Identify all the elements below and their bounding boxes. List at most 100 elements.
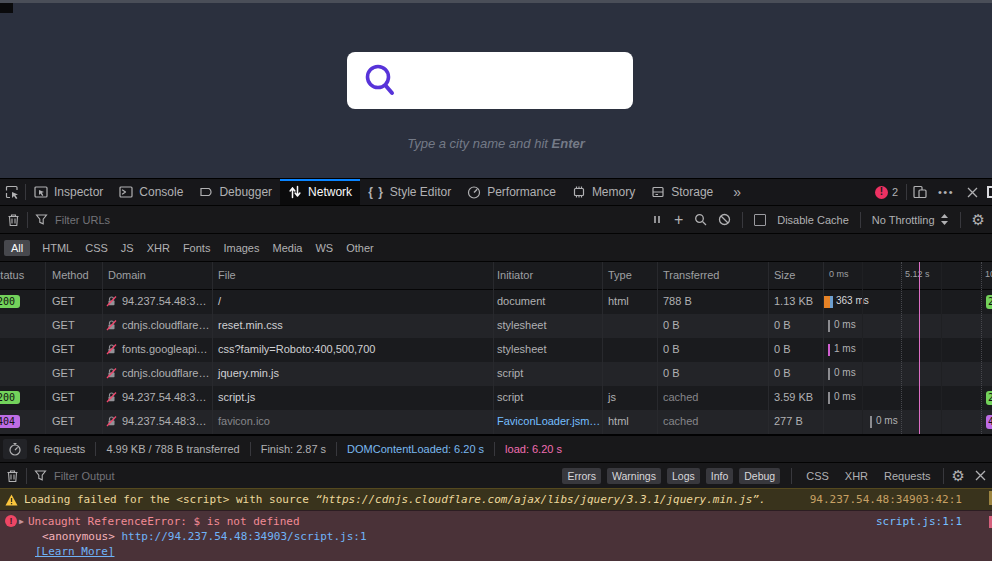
table-header[interactable]: Status Method Domain File Initiator Type… <box>0 262 992 290</box>
city-search-input[interactable] <box>347 52 633 109</box>
search-hint: Type a city name and hit Enter <box>0 136 992 151</box>
request-count: 6 requests <box>34 443 85 455</box>
error-count-badge[interactable]: ! 2 <box>875 186 898 199</box>
storage-icon <box>651 185 665 199</box>
load-time: load: 6.20 s <box>505 443 562 455</box>
cutoff-status-fragment: 2 <box>986 391 992 405</box>
network-icon <box>288 185 302 199</box>
waterfall-tick <box>828 368 830 380</box>
devtools-tabbar: Inspector Console Debugger Network { } S… <box>0 179 992 206</box>
tab-network[interactable]: Network <box>280 179 360 205</box>
insecure-lock-icon <box>106 343 117 355</box>
insecure-lock-icon <box>106 295 117 307</box>
clear-requests-icon[interactable] <box>7 213 20 227</box>
performance-analysis-icon[interactable] <box>3 439 27 459</box>
tab-style-editor[interactable]: { } Style Editor <box>360 179 459 205</box>
window-top-strip <box>0 0 992 3</box>
requests-filter-link[interactable]: Requests <box>884 470 930 482</box>
request-row[interactable]: GET fonts.googleapi… css?family=Roboto:4… <box>0 338 992 362</box>
tab-debugger[interactable]: Debugger <box>191 179 280 205</box>
console-filter-funnel-icon <box>34 469 47 482</box>
responsive-design-icon[interactable] <box>907 185 933 199</box>
close-console-icon[interactable] <box>975 470 986 481</box>
tab-console[interactable]: Console <box>111 179 191 205</box>
debug-filter-button[interactable]: Debug <box>739 468 780 484</box>
request-row[interactable]: 200 GET 94.237.54.48:3… script.js script… <box>0 386 992 410</box>
clear-console-icon[interactable] <box>6 469 19 483</box>
waterfall-bar-blue <box>830 296 833 308</box>
filter-html[interactable]: HTML <box>42 242 72 254</box>
expand-arrow-icon[interactable]: ▶ <box>19 517 24 526</box>
filter-other[interactable]: Other <box>346 242 374 254</box>
insecure-lock-icon <box>106 415 117 427</box>
error-icon: ! <box>875 186 888 199</box>
error-message: Uncaught ReferenceError: $ is not define… <box>28 515 300 528</box>
filter-media[interactable]: Media <box>272 242 302 254</box>
inspector-icon <box>34 185 48 199</box>
filter-all[interactable]: All <box>4 240 30 256</box>
tab-memory[interactable]: Memory <box>564 179 643 205</box>
status-badge: 200 <box>0 391 20 404</box>
meatball-menu-icon[interactable]: ••• <box>933 186 959 198</box>
logs-filter-button[interactable]: Logs <box>667 468 700 484</box>
xhr-filter-link[interactable]: XHR <box>845 470 868 482</box>
error-stack-url[interactable]: http://94.237.54.48:34903/script.js:1 <box>121 530 366 543</box>
warnings-filter-button[interactable]: Warnings <box>607 468 661 484</box>
performance-icon <box>467 185 481 199</box>
info-filter-button[interactable]: Info <box>706 468 734 484</box>
network-toolbar: Filter URLs + Disable Cache No Throttlin… <box>0 206 992 234</box>
block-requests-icon[interactable] <box>718 213 731 226</box>
network-statusbar: 6 requests 4.99 KB / 788 B transferred F… <box>0 434 992 462</box>
filter-js[interactable]: JS <box>121 242 134 254</box>
errors-filter-button[interactable]: Errors <box>562 468 601 484</box>
request-row[interactable]: 200 GET 94.237.54.48:3… / document html … <box>0 290 992 314</box>
tab-inspector[interactable]: Inspector <box>26 179 111 205</box>
console-error-row[interactable]: ! ▶ Uncaught ReferenceError: $ is not de… <box>0 510 992 561</box>
search-icon <box>362 62 400 100</box>
warning-text: Loading failed for the <script> with sou… <box>24 493 766 506</box>
console-toolbar: Filter Output Errors Warnings Logs Info … <box>0 462 992 489</box>
filter-fonts[interactable]: Fonts <box>183 242 211 254</box>
status-badge: 404 <box>0 415 20 428</box>
warning-icon <box>5 494 18 506</box>
tab-performance[interactable]: Performance <box>459 179 564 205</box>
filter-output-input[interactable]: Filter Output <box>54 470 115 482</box>
console-warning-row[interactable]: Loading failed for the <script> with sou… <box>0 489 992 510</box>
waterfall-tick <box>828 392 830 404</box>
request-row[interactable]: 404 GET 94.237.54.48:3… favicon.ico Favi… <box>0 410 992 434</box>
request-row[interactable]: GET cdnjs.cloudflare… jquery.min.js scri… <box>0 362 992 386</box>
insecure-lock-icon <box>106 319 117 331</box>
learn-more-link[interactable]: [Learn More] <box>35 545 114 558</box>
domcontentloaded-time: DOMContentLoaded: 6.20 s <box>347 443 484 455</box>
status-badge: 200 <box>0 295 20 308</box>
console-icon <box>119 185 133 199</box>
filter-css[interactable]: CSS <box>85 242 108 254</box>
style-editor-icon: { } <box>368 185 384 199</box>
pause-icon[interactable] <box>651 213 663 226</box>
filter-xhr[interactable]: XHR <box>147 242 170 254</box>
filter-funnel-icon <box>35 213 48 226</box>
tab-storage[interactable]: Storage <box>643 179 721 205</box>
error-location-link[interactable]: script.js:1:1 <box>876 515 962 528</box>
warning-location-link[interactable]: 94.237.54.48:34903:42:1 <box>810 493 962 506</box>
finish-time: Finish: 2.87 s <box>261 443 326 455</box>
node-picker-icon[interactable] <box>0 179 25 205</box>
search-requests-icon[interactable] <box>694 213 707 226</box>
close-devtools-icon[interactable] <box>959 187 985 198</box>
tabs-overflow-chevron[interactable]: » <box>725 179 749 205</box>
disable-cache-checkbox[interactable] <box>754 214 766 226</box>
transferred-size: 4.99 KB / 788 B transferred <box>106 443 239 455</box>
request-table: Status Method Domain File Initiator Type… <box>0 262 992 434</box>
updown-arrows-icon <box>940 213 949 226</box>
filter-urls-input[interactable]: Filter URLs <box>55 214 110 226</box>
filter-images[interactable]: Images <box>223 242 259 254</box>
waterfall-tick <box>828 320 830 332</box>
waterfall-tick <box>828 344 830 356</box>
request-row[interactable]: GET cdnjs.cloudflare… reset.min.css styl… <box>0 314 992 338</box>
cutoff-status-fragment: 4 <box>986 415 992 429</box>
error-icon: ! <box>5 515 17 527</box>
memory-icon <box>572 185 586 199</box>
css-filter-link[interactable]: CSS <box>806 470 829 482</box>
filter-ws[interactable]: WS <box>315 242 333 254</box>
throttling-dropdown[interactable]: No Throttling <box>872 213 949 226</box>
